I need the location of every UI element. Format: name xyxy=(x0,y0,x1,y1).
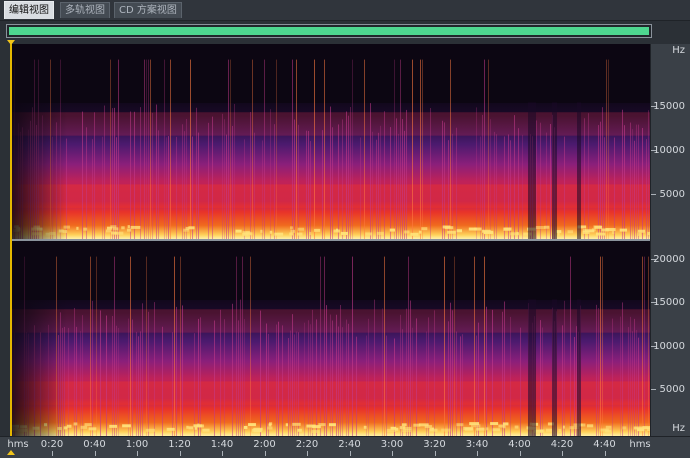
time-unit-left: hms xyxy=(7,439,29,450)
freq-tick-label: 15000 xyxy=(653,297,685,308)
time-tick-label: 2:40 xyxy=(338,439,361,450)
time-tick-label: 0:20 xyxy=(40,439,64,450)
time-tick-label: 1:40 xyxy=(210,439,234,450)
freq-unit-bottom: Hz xyxy=(672,423,685,434)
time-tick xyxy=(137,451,138,456)
time-tick-label: 3:00 xyxy=(380,439,404,450)
time-tick xyxy=(519,451,521,456)
time-tick xyxy=(477,451,478,456)
spectral-display[interactable] xyxy=(12,44,650,436)
freq-tick-label: 10000 xyxy=(653,341,685,352)
time-tick xyxy=(222,451,223,456)
time-tick xyxy=(562,451,563,456)
time-tick-label: 4:40 xyxy=(593,439,616,450)
tab-cd-project-view[interactable]: CD 方案视图 xyxy=(114,2,182,18)
freq-tick-label: 20000 xyxy=(653,254,685,265)
frequency-ruler[interactable]: Hz 15000 10000 5000 20000 15000 10000 50… xyxy=(650,44,690,436)
channel-right-spectrogram xyxy=(12,241,650,436)
time-tick-label: 0:40 xyxy=(83,439,106,450)
view-tab-bar: 编辑视图 多轨视图 CD 方案视图 xyxy=(0,0,690,21)
time-tick xyxy=(392,451,393,456)
time-tick-label: 4:20 xyxy=(550,439,574,450)
time-tick-label: 1:00 xyxy=(125,439,149,450)
time-tick-label: 2:20 xyxy=(295,439,319,450)
time-unit-right: hms xyxy=(629,439,651,450)
waveform-overview-ruler[interactable] xyxy=(6,24,652,38)
time-tick-label: 4:00 xyxy=(508,439,531,450)
time-tick xyxy=(349,451,351,456)
tab-multitrack-view[interactable]: 多轨视图 xyxy=(60,2,110,18)
time-tick-label: 3:40 xyxy=(465,439,489,450)
time-tick xyxy=(179,451,181,456)
visible-range-bar[interactable] xyxy=(9,27,649,35)
channel-left-spectrogram xyxy=(12,44,650,240)
time-tick-label: 2:00 xyxy=(253,439,276,450)
end-marker-icon[interactable] xyxy=(7,450,15,455)
freq-tick-label: 15000 xyxy=(653,101,685,112)
time-tick xyxy=(264,451,266,456)
tab-edit-view[interactable]: 编辑视图 xyxy=(4,1,54,19)
time-ruler[interactable]: hms hms 0:20 0:40 1:00 1:20 1:40 2:00 2:20 2:40… xyxy=(0,436,690,458)
time-tick-label: 1:20 xyxy=(168,439,191,450)
time-tick xyxy=(52,451,53,456)
freq-unit-top: Hz xyxy=(672,45,685,56)
spectrogram-canvas[interactable] xyxy=(12,44,650,436)
freq-tick-label: 5000 xyxy=(659,189,685,200)
time-tick xyxy=(604,451,606,456)
time-tick-label: 3:20 xyxy=(423,439,446,450)
time-tick xyxy=(434,451,436,456)
time-tick xyxy=(94,451,96,456)
channel-divider xyxy=(12,239,650,241)
time-tick xyxy=(307,451,308,456)
freq-tick-label: 5000 xyxy=(659,384,685,395)
freq-tick-label: 10000 xyxy=(653,145,685,156)
